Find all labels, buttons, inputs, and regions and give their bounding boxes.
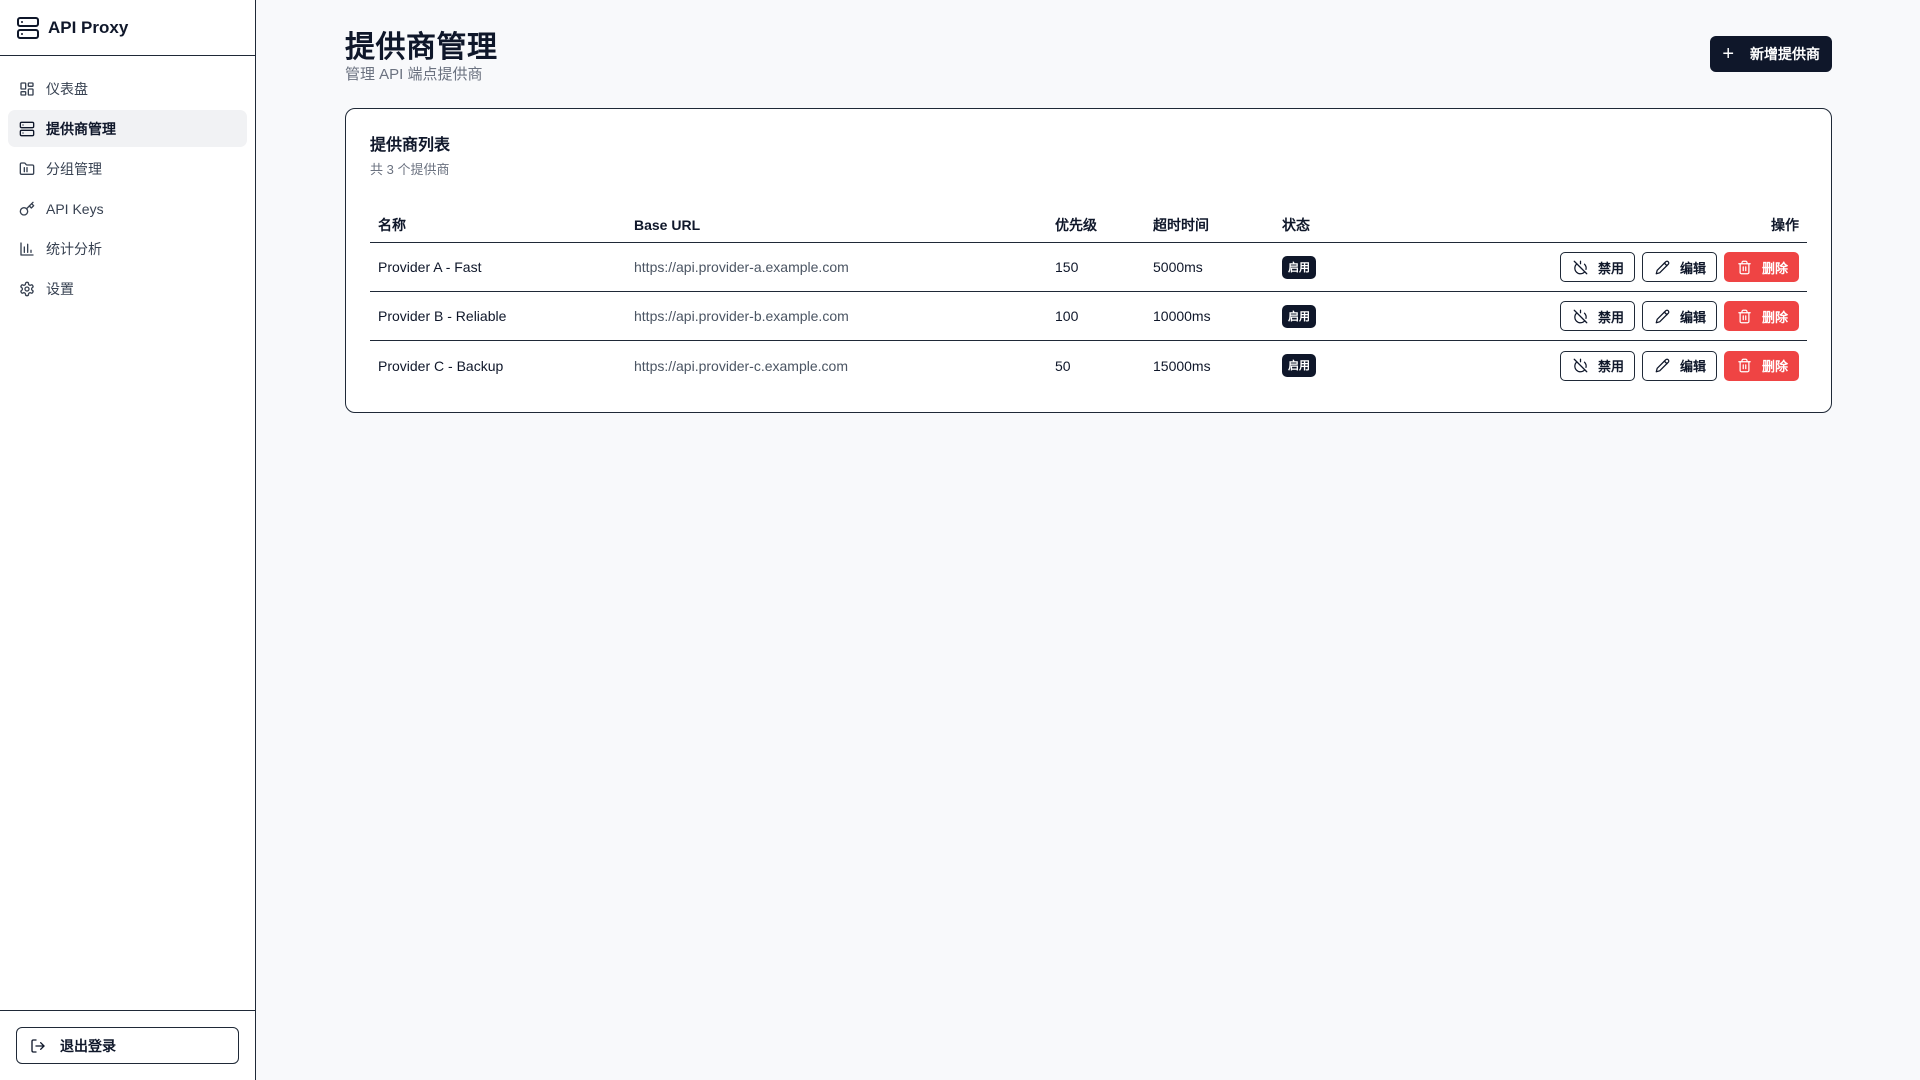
col-header-name: 名称 [378,216,406,233]
pencil-icon [1655,309,1670,324]
provider-url: https://api.provider-c.example.com [634,357,848,374]
trash-icon [1737,309,1752,324]
delete-label: 删除 [1761,260,1788,276]
sidebar-item-label: 提供商管理 [46,120,116,137]
logout-label: 退出登录 [60,1037,116,1054]
provider-timeout: 15000ms [1153,357,1211,374]
power-off-icon [1573,358,1588,373]
disable-button[interactable]: 禁用 [1559,301,1635,331]
sidebar-nav: 仪表盘 提供商管理 分组管理 API Keys 统计分析 设置 [0,56,255,307]
page-header: 提供商管理 管理 API 端点提供商 + 新增提供商 [345,0,1832,108]
disable-button[interactable]: 禁用 [1559,350,1635,381]
sidebar-item-label: 统计分析 [46,240,102,257]
delete-button[interactable]: 删除 [1723,350,1799,381]
provider-priority: 50 [1055,357,1071,374]
sidebar-item-label: API Keys [46,200,104,217]
row-actions: 禁用 编辑 删除 [1559,301,1799,331]
sidebar-item-groups[interactable]: 分组管理 [8,150,247,187]
row-actions: 禁用 编辑 删除 [1559,252,1799,282]
col-header-url: Base URL [634,216,701,233]
main-content: 提供商管理 管理 API 端点提供商 + 新增提供商 提供商列表 共 3 个提供… [345,0,1832,413]
trash-icon [1737,260,1752,275]
status-cell: 启用 [1282,354,1316,377]
row-actions: 禁用 编辑 删除 [1559,350,1799,381]
edit-label: 编辑 [1679,260,1706,276]
power-off-icon [1573,260,1588,275]
provider-list-card: 提供商列表 共 3 个提供商 名称 Base URL 优先级 超时时间 状态 操… [345,108,1832,413]
provider-url: https://api.provider-b.example.com [634,308,849,324]
status-badge: 启用 [1282,255,1316,279]
server-logo-icon [16,16,40,40]
provider-name: Provider C - Backup [378,357,504,374]
pencil-icon [1655,358,1670,373]
logout-icon [30,1038,46,1054]
sidebar-item-label: 分组管理 [46,160,102,177]
col-header-actions: 操作 [1771,216,1799,233]
provider-timeout: 10000ms [1153,308,1211,324]
provider-url: https://api.provider-a.example.com [634,259,849,275]
provider-name: Provider B - Reliable [378,308,507,324]
table-row: Provider C - Backup https://api.provider… [370,341,1807,390]
card-subtitle: 共 3 个提供商 [370,162,450,177]
edit-label: 编辑 [1679,359,1706,374]
edit-button[interactable]: 编辑 [1641,252,1717,282]
card-title: 提供商列表 [370,137,451,154]
delete-button[interactable]: 删除 [1723,252,1799,282]
sidebar-item-dashboard[interactable]: 仪表盘 [8,70,247,107]
disable-label: 禁用 [1597,309,1624,325]
status-badge: 启用 [1282,354,1316,377]
provider-timeout: 5000ms [1153,259,1203,275]
edit-label: 编辑 [1679,309,1706,325]
provider-table: 名称 Base URL 优先级 超时时间 状态 操作 Provider A - … [370,207,1807,390]
add-provider-button[interactable]: + 新增提供商 [1710,36,1832,72]
table-row: Provider B - Reliable https://api.provid… [370,292,1807,341]
provider-name: Provider A - Fast [378,259,482,275]
add-provider-label: 新增提供商 [1750,46,1820,62]
app-name: API Proxy [48,17,129,37]
delete-button[interactable]: 删除 [1723,301,1799,331]
sidebar-footer: 退出登录 [0,1010,255,1080]
delete-label: 删除 [1761,309,1788,325]
col-header-timeout: 超时时间 [1153,216,1209,233]
sidebar-item-label: 设置 [46,280,74,297]
gear-icon [19,281,35,297]
logout-button[interactable]: 退出登录 [16,1027,239,1064]
pencil-icon [1655,260,1670,275]
plus-icon: + [1722,43,1734,65]
table-row: Provider A - Fast https://api.provider-a… [370,243,1807,292]
brand[interactable]: API Proxy [0,0,255,56]
col-header-priority: 优先级 [1055,216,1097,233]
sidebar-item-settings[interactable]: 设置 [8,270,247,307]
provider-priority: 100 [1055,308,1079,324]
edit-button[interactable]: 编辑 [1641,350,1717,381]
sidebar-item-stats[interactable]: 统计分析 [8,230,247,267]
status-badge: 启用 [1282,304,1316,328]
status-cell: 启用 [1282,304,1316,328]
delete-label: 删除 [1761,359,1788,374]
key-icon [19,201,35,217]
provider-priority: 150 [1055,259,1079,275]
col-header-status: 状态 [1282,216,1310,233]
status-cell: 启用 [1282,255,1316,279]
disable-label: 禁用 [1597,359,1624,374]
folder-icon [19,161,35,177]
page-title: 提供商管理 [345,31,498,64]
sidebar: API Proxy 仪表盘 提供商管理 分组管理 API Keys 统计分析 设… [0,0,256,1080]
sidebar-item-api-keys[interactable]: API Keys [8,190,247,227]
edit-button[interactable]: 编辑 [1641,301,1717,331]
sidebar-item-label: 仪表盘 [46,80,88,97]
server-icon [19,121,35,137]
disable-button[interactable]: 禁用 [1559,252,1635,282]
dashboard-icon [19,81,35,97]
trash-icon [1737,358,1752,373]
bar-chart-icon [19,241,35,257]
table-header: 名称 Base URL 优先级 超时时间 状态 操作 [370,207,1807,243]
sidebar-item-providers[interactable]: 提供商管理 [8,110,247,147]
power-off-icon [1573,309,1588,324]
disable-label: 禁用 [1597,260,1624,276]
page-subtitle: 管理 API 端点提供商 [345,66,483,83]
